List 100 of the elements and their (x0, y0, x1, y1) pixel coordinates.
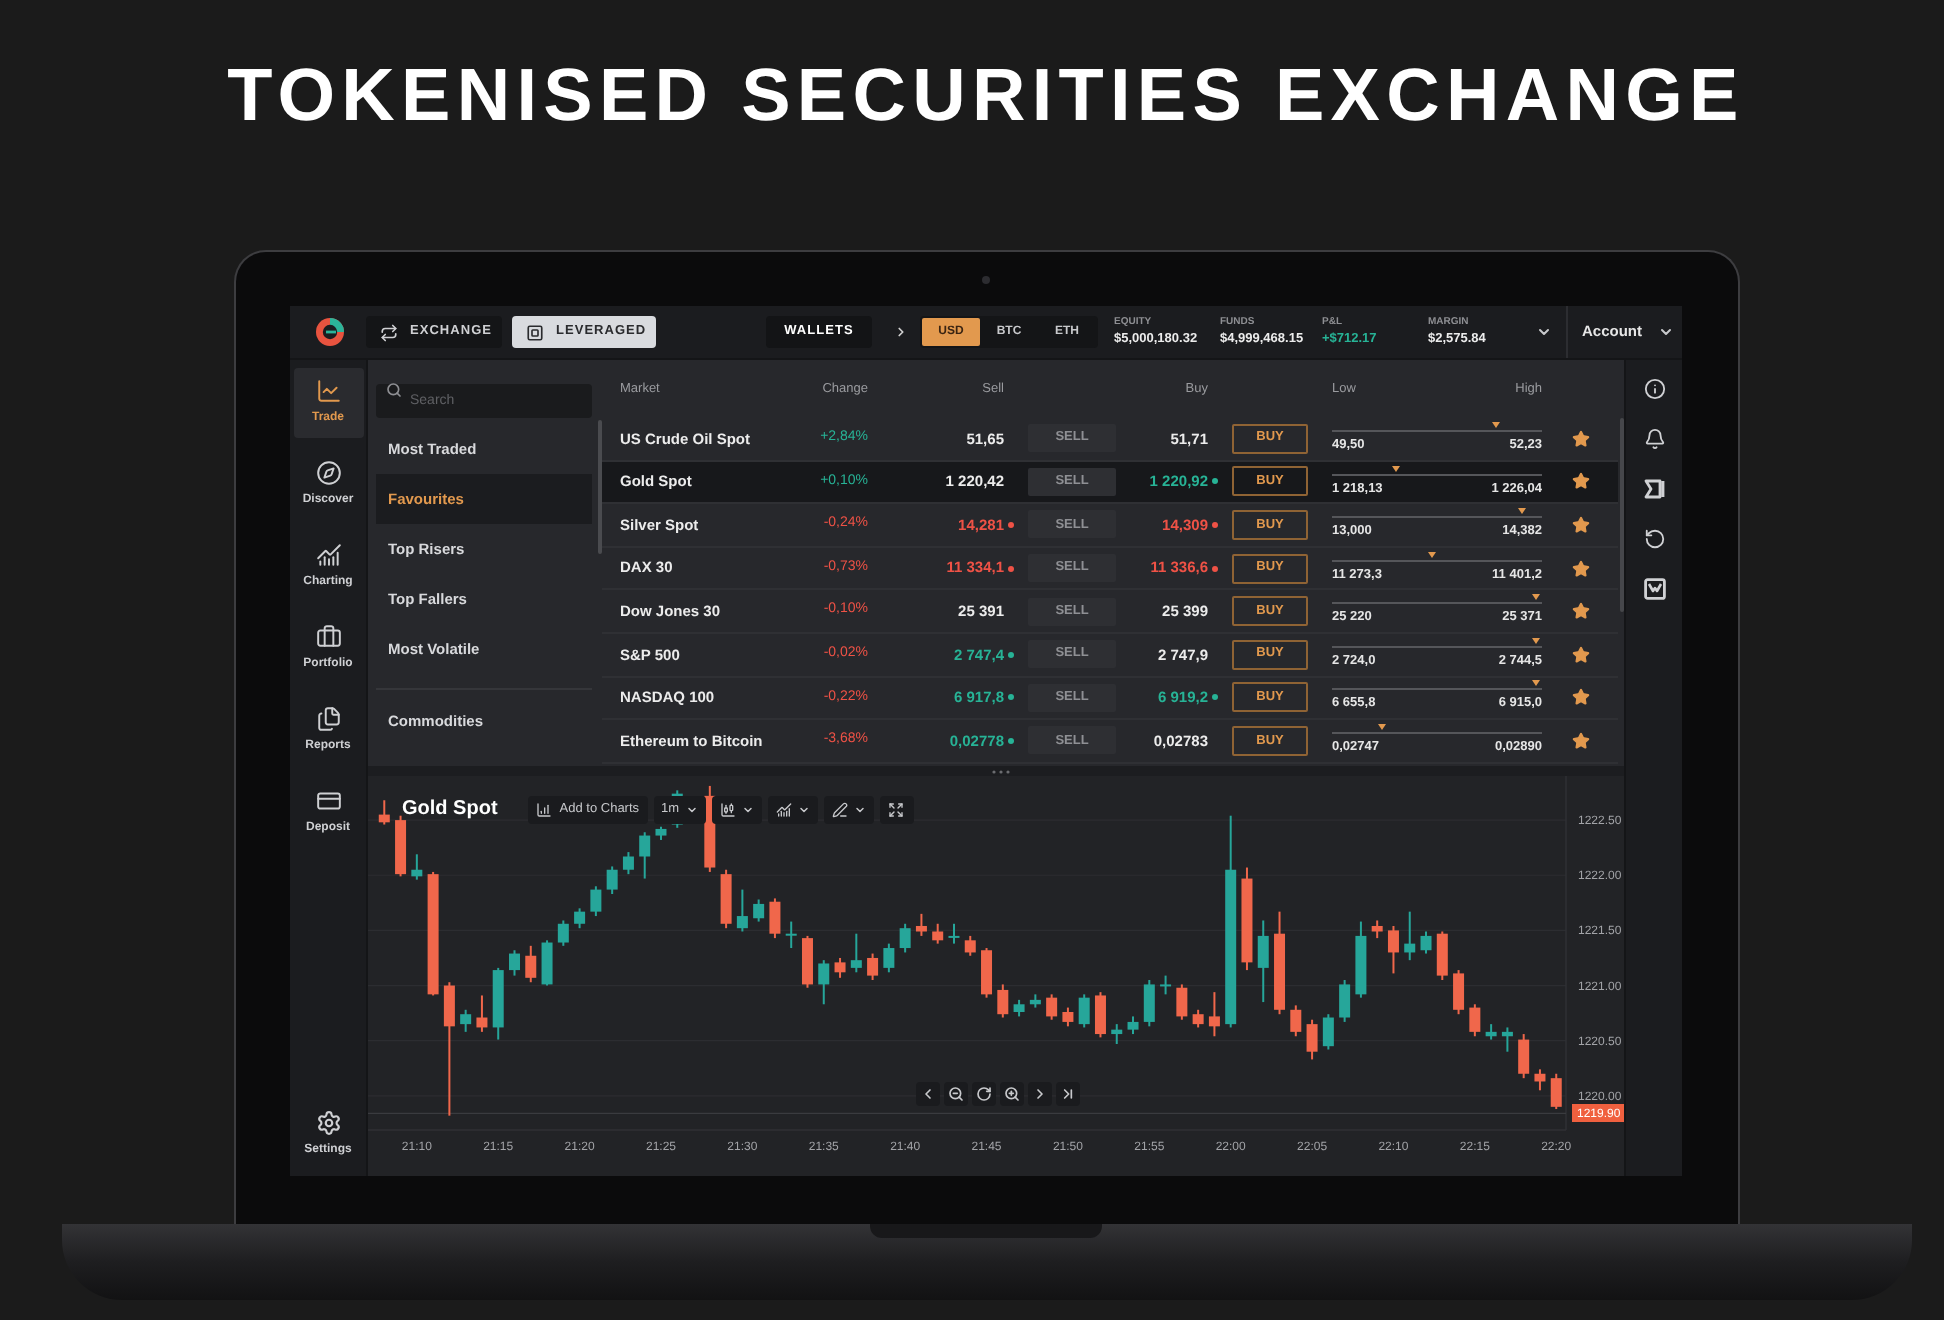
scroll-right-button[interactable] (1028, 1082, 1052, 1106)
candlestick (492, 966, 504, 1041)
candlestick (1306, 1018, 1318, 1061)
candlestick (460, 1008, 472, 1033)
candlestick (1518, 1033, 1530, 1080)
candlestick (1192, 1008, 1204, 1029)
repeat-arrows-icon (380, 323, 398, 341)
search-icon (386, 381, 402, 397)
candlestick (1046, 993, 1058, 1021)
candlestick (932, 922, 944, 945)
candlestick (1420, 930, 1432, 955)
ribbon-icon[interactable] (1643, 478, 1665, 500)
candlestick (802, 934, 813, 989)
chevron-down-icon (1658, 324, 1674, 340)
candlestick (395, 814, 407, 878)
candlestick (606, 865, 618, 895)
candlestick (427, 870, 439, 997)
candlestick (720, 868, 732, 930)
candlestick (736, 888, 748, 933)
candlestick (1404, 910, 1416, 962)
settings-icon (315, 1110, 341, 1136)
zoom-out-button[interactable] (944, 1082, 968, 1106)
camera-icon (982, 276, 990, 284)
zoom-in-icon (1004, 1086, 1020, 1102)
candlestick (1453, 969, 1465, 1016)
rotate-icon[interactable] (1643, 528, 1665, 550)
candlestick (1241, 866, 1253, 972)
candlestick (850, 932, 862, 974)
bell-icon[interactable] (1643, 428, 1665, 450)
scroll-to-end-button[interactable] (1056, 1082, 1080, 1106)
documents-icon (315, 706, 341, 732)
candlestick (1029, 993, 1041, 1009)
candlestick (1371, 919, 1383, 940)
scrollbar[interactable] (598, 420, 602, 554)
chevron-right-icon[interactable] (894, 324, 908, 340)
candlestick (1501, 1026, 1513, 1053)
star-icon[interactable] (1571, 645, 1589, 664)
zoom-out-icon (948, 1086, 964, 1102)
scroll-left-button[interactable] (916, 1082, 940, 1106)
star-icon[interactable] (1571, 515, 1589, 534)
candlestick (1322, 1013, 1334, 1051)
star-icon[interactable] (1571, 688, 1589, 707)
indicators-dropdown[interactable] (767, 795, 818, 823)
candlestick (1257, 919, 1269, 1004)
candlestick (411, 853, 423, 881)
candlestick (867, 952, 879, 981)
info-icon[interactable] (1643, 378, 1665, 400)
candlestick (1469, 1003, 1481, 1038)
reset-button[interactable] (972, 1082, 996, 1106)
candlestick (590, 885, 602, 918)
expand-icon (888, 801, 905, 817)
star-icon[interactable] (1571, 429, 1589, 448)
candlestick (1143, 979, 1155, 1028)
zoom-in-button[interactable] (1000, 1082, 1024, 1106)
rotate-icon (976, 1086, 992, 1102)
candlestick (541, 939, 553, 987)
fullscreen-button[interactable] (879, 795, 914, 823)
candlestick (509, 949, 520, 977)
candlestick (948, 922, 960, 945)
candlestick (1290, 1004, 1302, 1038)
candlestick (622, 851, 634, 876)
candlestick (753, 898, 765, 923)
chevron-last-icon (1060, 1086, 1076, 1102)
credit-card-icon (315, 788, 341, 814)
star-icon[interactable] (1571, 559, 1589, 578)
candlestick (1274, 910, 1285, 1016)
candlestick (1127, 1015, 1139, 1036)
bar-chart-icon (315, 542, 341, 568)
star-icon[interactable] (1571, 472, 1589, 491)
candlestick (1339, 979, 1351, 1023)
candlestick (378, 799, 390, 826)
candlestick (1094, 991, 1106, 1039)
caret-icon (741, 803, 754, 815)
chart-icon (535, 801, 552, 817)
chart-type-dropdown[interactable] (711, 795, 762, 823)
candlestick (1176, 983, 1188, 1021)
compass-icon (315, 460, 341, 486)
star-icon[interactable] (1571, 602, 1589, 621)
candlestick (1078, 993, 1090, 1029)
candlestick (1208, 991, 1220, 1038)
candlestick (574, 907, 586, 930)
chevron-down-icon[interactable] (1536, 324, 1552, 340)
star-icon[interactable] (1571, 731, 1589, 750)
candlestick (1387, 925, 1399, 975)
candlestick (981, 947, 993, 999)
candlestick (1436, 930, 1448, 981)
candlestick (1160, 974, 1172, 996)
drawing-dropdown[interactable] (823, 795, 874, 823)
candlestick (769, 897, 781, 940)
chart-box-icon[interactable] (1643, 578, 1665, 600)
ring-logo-icon[interactable] (316, 318, 344, 346)
candlestick (1534, 1068, 1546, 1092)
candlestick (964, 934, 976, 957)
candlestick (639, 831, 651, 880)
candlestick (785, 920, 797, 950)
candlestick (997, 983, 1009, 1019)
chart-title: Gold Spot (402, 796, 498, 824)
candlestick (655, 825, 667, 841)
candlestick (476, 994, 488, 1033)
headline: TOKENISED SECURITIES EXCHANGE (227, 52, 1745, 140)
